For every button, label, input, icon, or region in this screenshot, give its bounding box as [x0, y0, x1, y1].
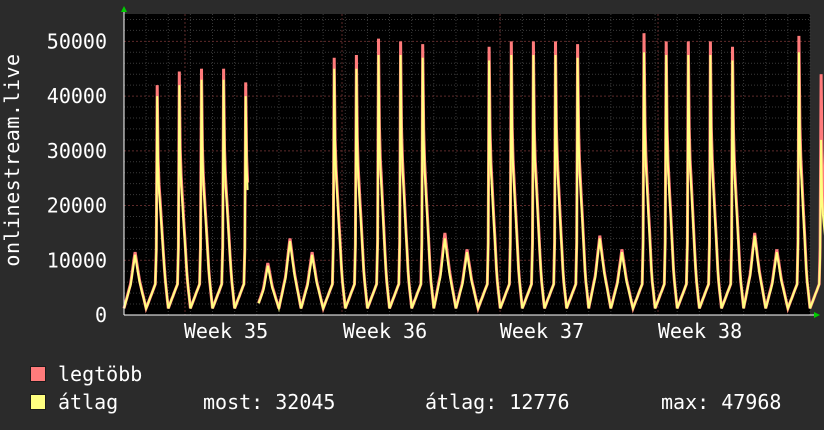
y-axis-title: onlinestream.live: [0, 53, 24, 267]
y-axis-arrow: [121, 6, 127, 12]
legend-label-avg: átlag: [58, 390, 119, 414]
stat-now: most: 32045: [203, 390, 336, 414]
legend-item-max: legtöbb: [30, 362, 142, 386]
plot-area: [124, 14, 810, 315]
legend-swatch-avg: [30, 394, 46, 410]
y-tick-label: 30000: [47, 139, 107, 163]
x-tick-label: Week 36: [343, 319, 427, 343]
x-tick-label: Week 35: [184, 319, 268, 343]
y-tick-label: 50000: [47, 29, 107, 53]
stat-max: max: 47968: [661, 390, 782, 414]
legend-label-max: legtöbb: [58, 362, 143, 386]
y-tick-label: 20000: [47, 194, 107, 218]
y-tick-label: 10000: [47, 248, 107, 272]
y-tick-label: 40000: [47, 84, 107, 108]
stat-average: átlag: 12776: [425, 390, 570, 414]
y-tick-label: 0: [95, 303, 107, 327]
chart: 0 10000 20000 30000 40000 50000 Week 35 Week 36…: [47, 6, 824, 343]
legend-item-avg: átlag: [30, 390, 118, 414]
x-axis-arrow: [814, 312, 820, 318]
x-tick-label: Week 38: [658, 319, 742, 343]
legend-swatch-max: [30, 366, 46, 382]
x-tick-label: Week 37: [500, 319, 584, 343]
